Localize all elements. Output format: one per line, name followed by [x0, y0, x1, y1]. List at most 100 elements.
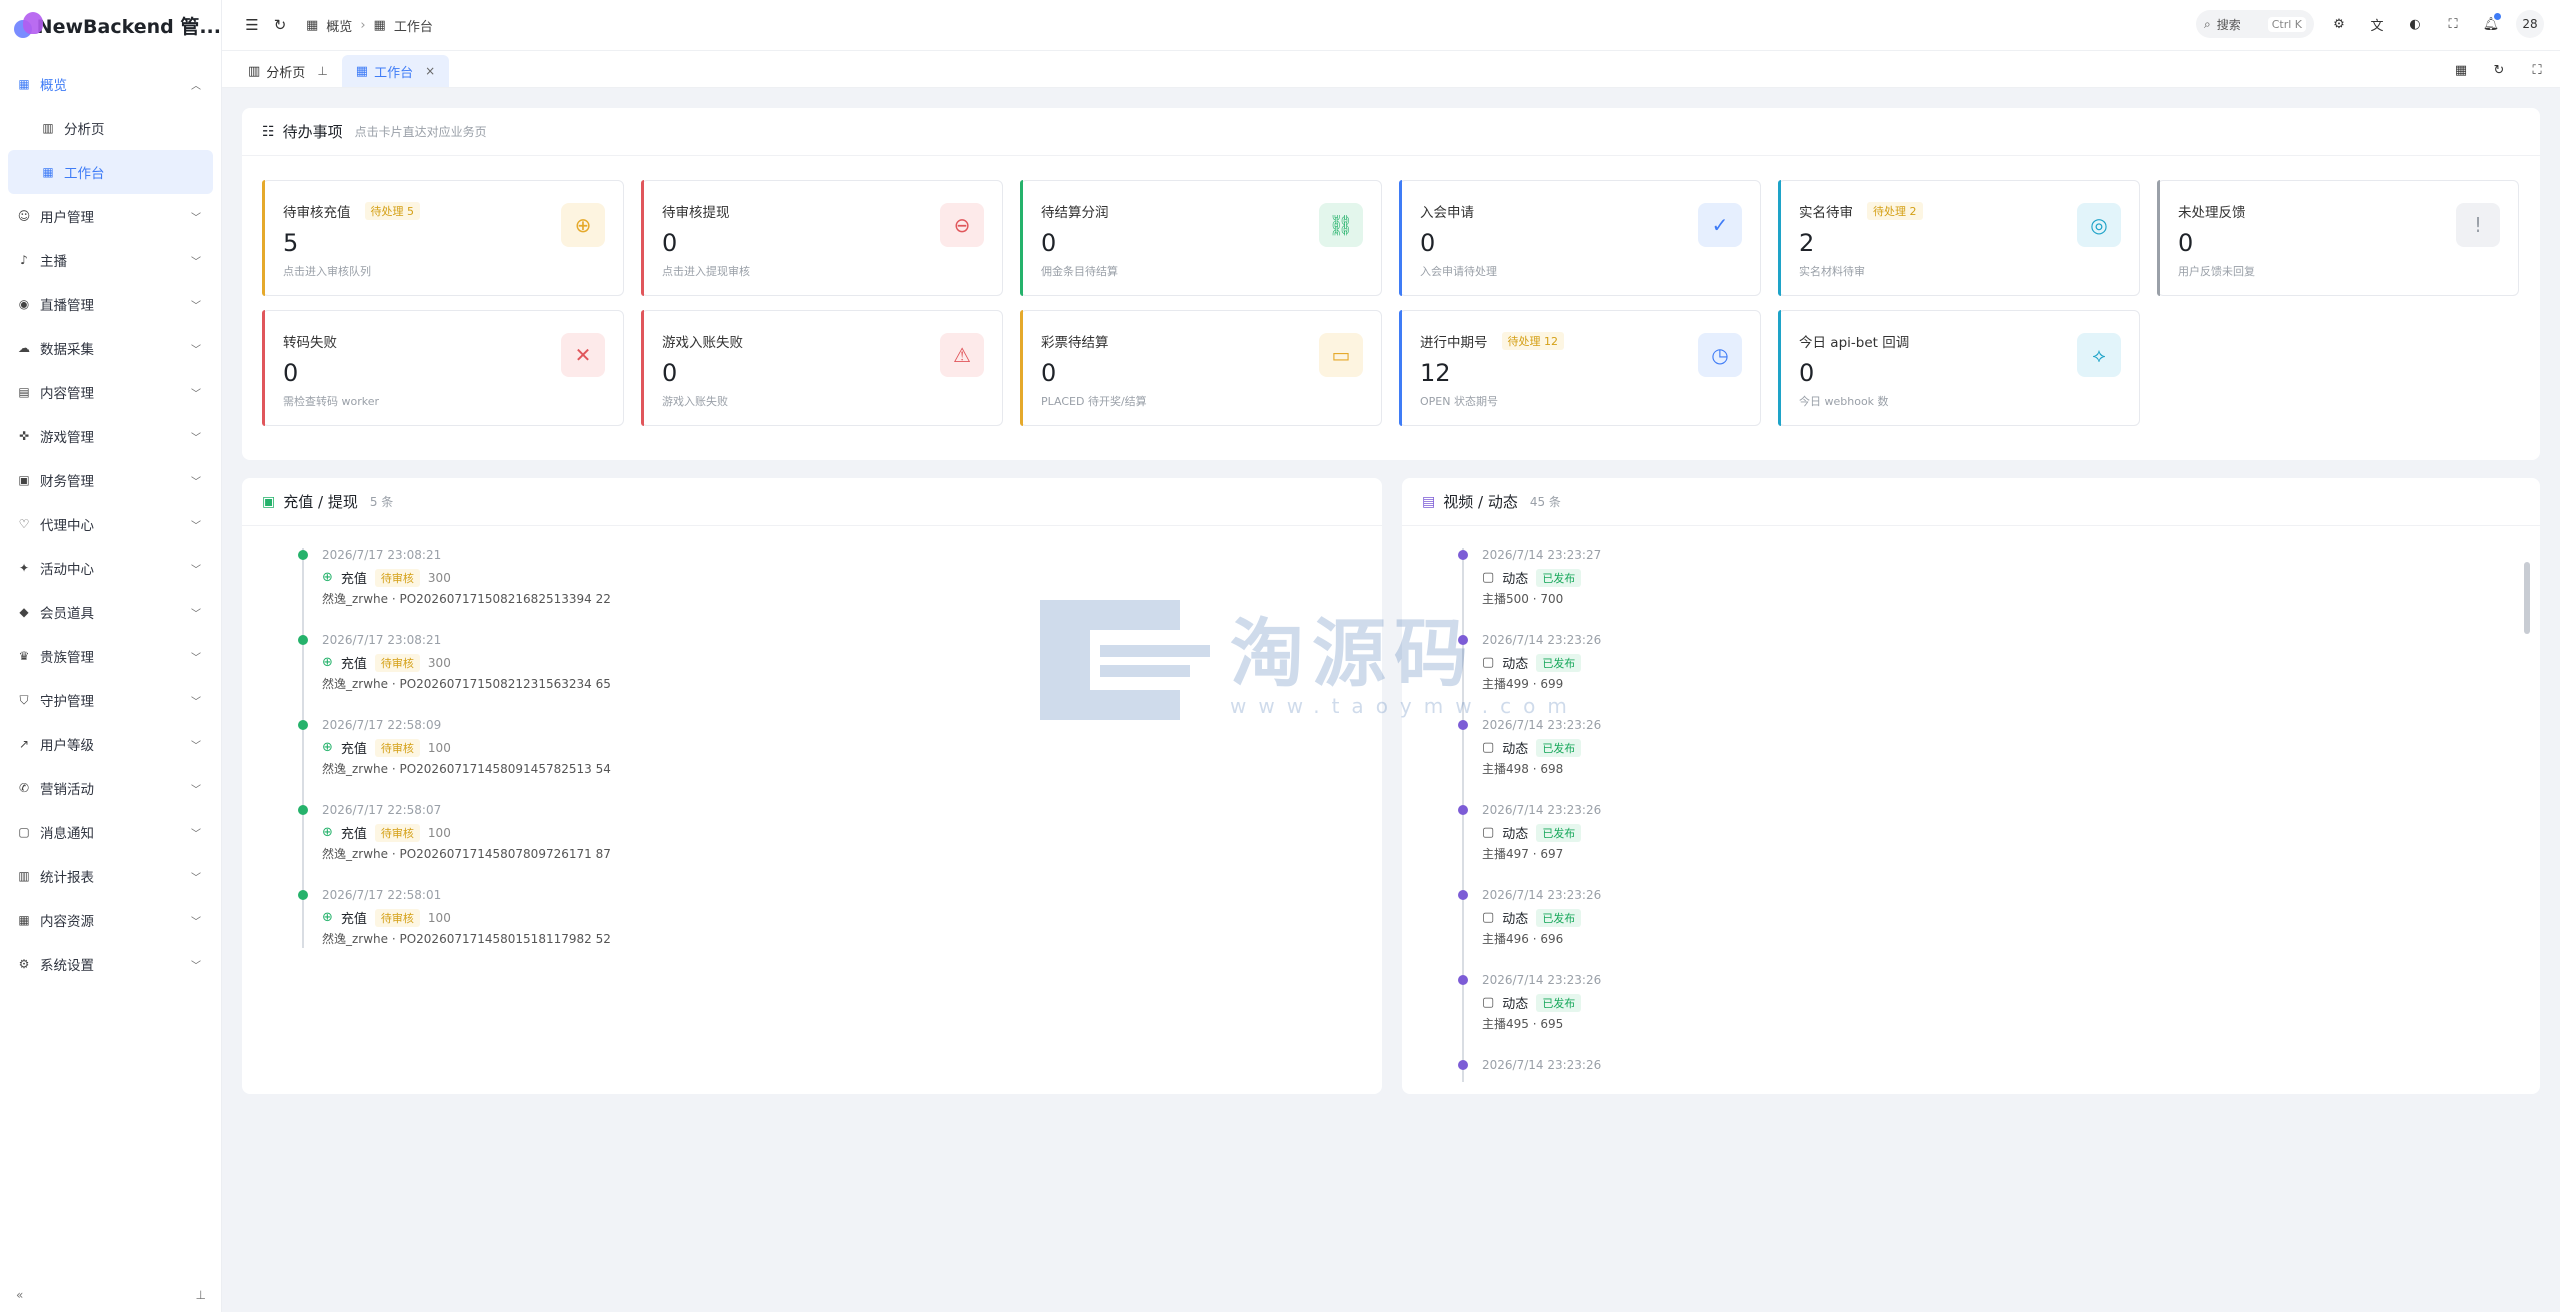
- activity-icon: ✦: [18, 561, 30, 575]
- sidebar-item-15[interactable]: ↗ 用户等级 ﹀: [0, 722, 221, 766]
- timeline-row: ▢ 动态 已发布: [1482, 823, 1582, 842]
- tab-actions: ▦ ↻ ⛶: [2448, 57, 2550, 83]
- sidebar-item-10[interactable]: ♡ 代理中心 ﹀: [0, 502, 221, 546]
- card-title: 彩票待结算: [1041, 335, 1109, 351]
- tab-refresh-icon[interactable]: ↻: [2486, 57, 2512, 83]
- timeline-item[interactable]: 2026/7/14 23:23:27 ▢ 动态 已发布 主播500 · 700: [1458, 548, 2018, 618]
- todo-card-item[interactable]: 彩票待结算 0 PLACED 待开奖/结算 ▭: [1020, 310, 1382, 426]
- sidebar-item-18[interactable]: ▥ 统计报表 ﹀: [0, 854, 221, 898]
- sidebar-item-9[interactable]: ▣ 财务管理 ﹀: [0, 458, 221, 502]
- message-icon: ▢: [1482, 570, 1495, 585]
- brand[interactable]: NewBackend 管...: [0, 0, 221, 50]
- sidebar-item-label: 分析页: [64, 122, 105, 138]
- fullscreen-icon[interactable]: ⛶: [2440, 11, 2466, 37]
- close-tab-icon[interactable]: ×: [425, 64, 435, 78]
- sidebar-item-0[interactable]: ▦ 概览 ︿: [0, 62, 221, 106]
- shield-check-icon: ✓: [1698, 203, 1742, 247]
- sidebar-item-8[interactable]: ✜ 游戏管理 ﹀: [0, 414, 221, 458]
- message-icon: ▢: [1482, 740, 1495, 755]
- timeline-item[interactable]: 2026/7/14 23:23:26: [1458, 1058, 2018, 1082]
- timeline-dot: [298, 550, 308, 560]
- todo-card-item[interactable]: 入会申请 0 入会申请待处理 ✓: [1399, 180, 1761, 296]
- tab-maximize-icon[interactable]: ⛶: [2524, 57, 2550, 83]
- sidebar-item-7[interactable]: ▤ 内容管理 ﹀: [0, 370, 221, 414]
- sidebar-item-14[interactable]: ⛉ 守护管理 ﹀: [0, 678, 221, 722]
- tab-workbench[interactable]: ▦ 工作台 ×: [341, 55, 450, 87]
- todo-header: ☷ 待办事项 点击卡片直达对应业务页: [242, 108, 2540, 156]
- todo-card-item[interactable]: 游戏入账失败 0 游戏入账失败 ⚠: [641, 310, 1003, 426]
- card-title: 未处理反馈: [2178, 205, 2246, 221]
- avatar[interactable]: 28: [2516, 10, 2544, 38]
- breadcrumb-item-overview[interactable]: 概览: [326, 16, 352, 35]
- bar-chart-icon: ▥: [18, 869, 30, 883]
- sidebar-item-6[interactable]: ☁ 数据采集 ﹀: [0, 326, 221, 370]
- notification-bell-icon[interactable]: 🔔︎: [2478, 11, 2504, 37]
- todo-card-item[interactable]: 进行中期号 待处理 12 12 OPEN 状态期号 ◷: [1399, 310, 1761, 426]
- ticket-icon: ▭: [1319, 333, 1363, 377]
- pin-sidebar-icon[interactable]: ⊥: [196, 1288, 206, 1302]
- card-description: OPEN 状态期号: [1420, 395, 1498, 408]
- timeline-item[interactable]: 2026/7/17 22:58:07 ⊕ 充值 待审核 100 然逸_zrwhe · PO…: [298, 803, 858, 873]
- sidebar-item-16[interactable]: ✆ 营销活动 ﹀: [0, 766, 221, 810]
- sidebar-item-3[interactable]: ☺ 用户管理 ﹀: [0, 194, 221, 238]
- sidebar-item-2[interactable]: ▦ 工作台: [8, 150, 213, 194]
- todo-card-item[interactable]: 今日 api-bet 回调 0 今日 webhook 数 ⟡: [1778, 310, 2140, 426]
- sidebar-item-19[interactable]: ▦ 内容资源 ﹀: [0, 898, 221, 942]
- timeline-item[interactable]: 2026/7/14 23:23:26 ▢ 动态 已发布 主播496 · 696: [1458, 888, 2018, 958]
- todo-card-item[interactable]: 待审核充值 待处理 5 5 点击进入审核队列 ⊕: [262, 180, 624, 296]
- sidebar: NewBackend 管... ▦ 概览 ︿ ▥ 分析页 ▦ 工作台 ☺ 用户管理 ﹀ ♪ 主播 ﹀ ◉ 直…: [0, 0, 222, 1312]
- sidebar-item-11[interactable]: ✦ 活动中心 ﹀: [0, 546, 221, 590]
- collapse-sidebar-icon[interactable]: «: [16, 1288, 23, 1302]
- todo-card-item[interactable]: 待结算分润 0 佣金条目待结算 ⛓: [1020, 180, 1382, 296]
- timeline-item[interactable]: 2026/7/14 23:23:26 ▢ 动态 已发布 主播499 · 699: [1458, 633, 2018, 703]
- timeline-item[interactable]: 2026/7/14 23:23:26 ▢ 动态 已发布 主播498 · 698: [1458, 718, 2018, 788]
- plus-circle-icon: ⊕: [322, 910, 333, 925]
- card-value: 0: [2178, 229, 2194, 257]
- timeline-detail: 然逸_zrwhe · PO20260717145807809726171 87: [322, 847, 611, 861]
- card-description: 需检查转码 worker: [283, 395, 380, 408]
- todo-card-item[interactable]: 待审核提现 0 点击进入提现审核 ⊖: [641, 180, 1003, 296]
- sidebar-item-13[interactable]: ♛ 贵族管理 ﹀: [0, 634, 221, 678]
- timeline-item[interactable]: 2026/7/14 23:23:26 ▢ 动态 已发布 主播495 · 695: [1458, 973, 2018, 1043]
- theme-icon[interactable]: ◐: [2402, 11, 2428, 37]
- grid-icon: ▦: [42, 165, 54, 179]
- todo-subtitle: 点击卡片直达对应业务页: [354, 125, 487, 139]
- timeline-item[interactable]: 2026/7/17 23:08:21 ⊕ 充值 待审核 300 然逸_zrwhe · PO…: [298, 633, 858, 703]
- sidebar-menu: ▦ 概览 ︿ ▥ 分析页 ▦ 工作台 ☺ 用户管理 ﹀ ♪ 主播 ﹀ ◉ 直播管理 ﹀ ☁ 数据采集 ﹀ ▤ 内容管理 ﹀…: [0, 62, 221, 986]
- card-title-row: 待审核充值 待处理 5: [283, 201, 607, 221]
- timeline-item[interactable]: 2026/7/17 22:58:09 ⊕ 充值 待审核 100 然逸_zrwhe · PO…: [298, 718, 858, 788]
- minus-circle-icon: ⊖: [940, 203, 984, 247]
- settings-icon[interactable]: ⚙: [2326, 11, 2352, 37]
- tab-grid-icon[interactable]: ▦: [2448, 57, 2474, 83]
- language-icon[interactable]: 文: [2364, 11, 2390, 37]
- sidebar-item-1[interactable]: ▥ 分析页: [0, 106, 221, 150]
- search-button[interactable]: ⌕ 搜索 Ctrl K: [2196, 10, 2314, 38]
- timeline-item[interactable]: 2026/7/17 23:08:21 ⊕ 充值 待审核 300 然逸_zrwhe · PO…: [298, 548, 858, 618]
- sidebar-item-20[interactable]: ⚙ 系统设置 ﹀: [0, 942, 221, 986]
- sidebar-item-12[interactable]: ◆ 会员道具 ﹀: [0, 590, 221, 634]
- trend-icon: ↗: [18, 737, 30, 751]
- breadcrumb-item-workbench[interactable]: 工作台: [394, 16, 433, 35]
- timeline-row: ▢ 动态 已发布: [1482, 653, 1582, 672]
- timeline-detail: 主播496 · 696: [1482, 932, 1564, 946]
- card-accent-bar: [641, 180, 644, 296]
- pin-icon[interactable]: ⊥: [317, 64, 327, 78]
- video-scrollbar[interactable]: [2524, 562, 2530, 634]
- warning-icon: ⚠: [940, 333, 984, 377]
- timeline-item[interactable]: 2026/7/14 23:23:26 ▢ 动态 已发布 主播497 · 697: [1458, 803, 2018, 873]
- sidebar-item-17[interactable]: ▢ 消息通知 ﹀: [0, 810, 221, 854]
- sidebar-item-4[interactable]: ♪ 主播 ﹀: [0, 238, 221, 282]
- timeline-item[interactable]: 2026/7/17 22:58:01 ⊕ 充值 待审核 100 然逸_zrwhe · PO…: [298, 888, 858, 958]
- todo-card-item[interactable]: 转码失败 0 需检查转码 worker ✕: [262, 310, 624, 426]
- sidebar-item-label: 代理中心: [40, 518, 94, 534]
- refresh-icon[interactable]: ↻: [266, 11, 294, 39]
- timeline-dot: [1458, 975, 1468, 985]
- todo-card-item[interactable]: 未处理反馈 0 用户反馈未回复!: [2157, 180, 2519, 296]
- todo-card-item[interactable]: 实名待审 待处理 2 2 实名材料待审 ◎: [1778, 180, 2140, 296]
- sidebar-item-5[interactable]: ◉ 直播管理 ﹀: [0, 282, 221, 326]
- menu-toggle-icon[interactable]: ☰: [238, 11, 266, 39]
- card-accent-bar: [262, 310, 265, 426]
- card-accent-bar: [641, 310, 644, 426]
- timeline-detail: 然逸_zrwhe · PO20260717150821231563234 65: [322, 677, 611, 691]
- tab-analysis[interactable]: ▥ 分析页 ⊥: [234, 55, 342, 87]
